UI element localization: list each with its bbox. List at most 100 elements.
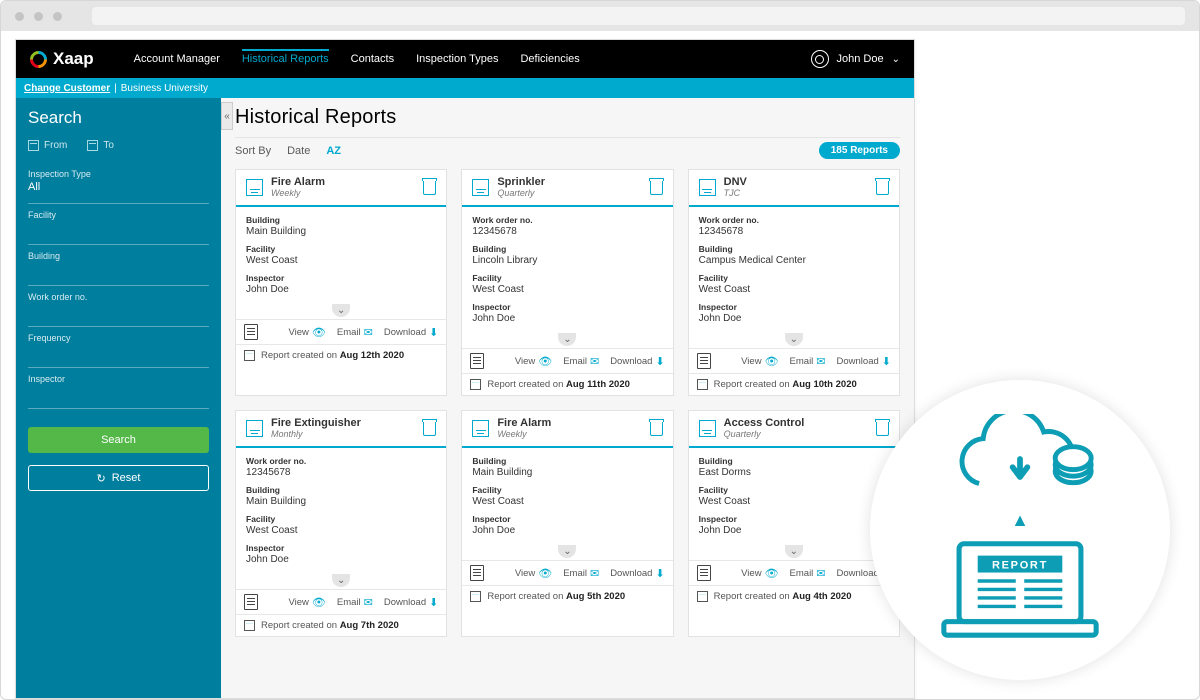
card-actions: View👁 Email✉ Download⬇	[689, 560, 899, 585]
delete-icon[interactable]	[650, 181, 663, 195]
delete-icon[interactable]	[876, 181, 889, 195]
calendar-icon	[244, 620, 255, 631]
laptop-report-icon: REPORT	[935, 537, 1105, 647]
card-title-block: DNV TJC	[724, 176, 868, 199]
calendar-icon	[699, 420, 716, 437]
calendar-icon	[472, 420, 489, 437]
expand-toggle[interactable]: ⌄	[332, 304, 350, 317]
download-action[interactable]: Download⬇	[610, 567, 664, 580]
card-actions: View👁 Email✉ Download⬇	[462, 560, 672, 585]
card-body: BuildingMain BuildingFacilityWest CoastI…	[462, 448, 672, 560]
document-icon[interactable]	[697, 353, 711, 369]
view-action[interactable]: View👁	[515, 355, 552, 368]
sort-option-date[interactable]: Date	[287, 145, 310, 157]
field-value	[28, 263, 209, 275]
download-icon: ⬇	[655, 355, 664, 368]
nav-deficiencies[interactable]: Deficiencies	[520, 53, 579, 65]
report-card: Access Control Quarterly BuildingEast Do…	[688, 410, 900, 637]
download-action[interactable]: Download⬇	[837, 355, 891, 368]
email-action[interactable]: Email✉	[563, 355, 599, 368]
view-action[interactable]: View👁	[741, 567, 778, 580]
download-action[interactable]: Download⬇	[610, 355, 664, 368]
created-text: Report created on Aug 10th 2020	[714, 379, 857, 390]
email-action[interactable]: Email✉	[790, 567, 826, 580]
document-icon[interactable]	[244, 324, 258, 340]
report-card: Fire Extinguisher Monthly Work order no.…	[235, 410, 447, 637]
nav-historical-reports[interactable]: Historical Reports	[242, 49, 329, 65]
sidebar-field-inspection-type[interactable]: Inspection Type All	[28, 163, 209, 204]
expand-toggle[interactable]: ⌄	[558, 545, 576, 558]
mail-icon: ✉	[816, 355, 825, 368]
email-action[interactable]: Email✉	[337, 596, 373, 609]
field-value: All	[28, 181, 209, 193]
url-bar[interactable]	[92, 7, 1185, 25]
calendar-icon	[87, 140, 98, 151]
sidebar-field-building[interactable]: Building	[28, 245, 209, 286]
created-text: Report created on Aug 4th 2020	[714, 591, 852, 602]
nav-inspection-types[interactable]: Inspection Types	[416, 53, 498, 65]
field-label: Building	[28, 251, 209, 261]
expand-toggle[interactable]: ⌄	[785, 333, 803, 346]
customer-name: Business University	[121, 83, 208, 94]
created-text: Report created on Aug 12th 2020	[261, 350, 404, 361]
email-action[interactable]: Email✉	[563, 567, 599, 580]
card-footer: Report created on Aug 12th 2020	[236, 344, 446, 366]
card-body: Work order no.12345678BuildingCampus Med…	[689, 207, 899, 348]
document-icon[interactable]	[470, 565, 484, 581]
view-action[interactable]: View👁	[288, 326, 325, 339]
delete-icon[interactable]	[876, 422, 889, 436]
document-icon[interactable]	[470, 353, 484, 369]
eye-icon: 👁	[765, 355, 779, 368]
from-date-field[interactable]: From	[28, 140, 67, 151]
sort-by-label: Sort By	[235, 145, 271, 157]
customer-bar: Change Customer | Business University	[16, 78, 914, 98]
report-card: Fire Alarm Weekly BuildingMain BuildingF…	[235, 169, 447, 396]
sidebar-field-frequency[interactable]: Frequency	[28, 327, 209, 368]
card-header: Sprinkler Quarterly	[462, 170, 672, 207]
download-action[interactable]: Download⬇	[384, 326, 438, 339]
sidebar-field-facility[interactable]: Facility	[28, 204, 209, 245]
sidebar-field-inspector[interactable]: Inspector	[28, 368, 209, 409]
calendar-icon	[246, 179, 263, 196]
nav-contacts[interactable]: Contacts	[351, 53, 394, 65]
card-title-block: Access Control Quarterly	[724, 417, 868, 440]
card-title: Fire Alarm	[271, 176, 415, 188]
download-action[interactable]: Download⬇	[384, 596, 438, 609]
view-action[interactable]: View👁	[288, 596, 325, 609]
field-label: Facility	[28, 210, 209, 220]
field-value	[28, 345, 209, 357]
to-date-field[interactable]: To	[87, 140, 114, 151]
reset-button[interactable]: ↻ Reset	[28, 465, 209, 491]
eye-icon: 👁	[538, 355, 552, 368]
document-icon[interactable]	[244, 594, 258, 610]
view-action[interactable]: View👁	[741, 355, 778, 368]
card-frequency: Weekly	[271, 188, 300, 198]
delete-icon[interactable]	[650, 422, 663, 436]
search-button[interactable]: Search	[28, 427, 209, 453]
card-body: Work order no.12345678BuildingLincoln Li…	[462, 207, 672, 348]
email-action[interactable]: Email✉	[337, 326, 373, 339]
card-actions: View👁 Email✉ Download⬇	[462, 348, 672, 373]
view-action[interactable]: View👁	[515, 567, 552, 580]
delete-icon[interactable]	[423, 422, 436, 436]
eye-icon: 👁	[312, 596, 326, 609]
expand-toggle[interactable]: ⌄	[558, 333, 576, 346]
sidebar-collapse[interactable]: «	[221, 102, 233, 130]
nav-account-manager[interactable]: Account Manager	[134, 53, 220, 65]
sidebar-field-work-order-no-[interactable]: Work order no.	[28, 286, 209, 327]
card-frequency: TJC	[724, 188, 741, 198]
mail-icon: ✉	[816, 567, 825, 580]
card-actions: View👁 Email✉ Download⬇	[236, 319, 446, 344]
expand-toggle[interactable]: ⌄	[785, 545, 803, 558]
delete-icon[interactable]	[423, 181, 436, 195]
brand-logo[interactable]: Xaap	[30, 49, 94, 69]
sort-option-az[interactable]: AZ	[326, 145, 341, 157]
email-action[interactable]: Email✉	[790, 355, 826, 368]
card-header: DNV TJC	[689, 170, 899, 207]
change-customer-link[interactable]: Change Customer	[24, 83, 110, 94]
sidebar-title: Search	[28, 108, 209, 128]
expand-toggle[interactable]: ⌄	[332, 574, 350, 587]
user-menu[interactable]: John Doe ⌄	[811, 50, 900, 68]
download-icon: ⬇	[655, 567, 664, 580]
document-icon[interactable]	[697, 565, 711, 581]
